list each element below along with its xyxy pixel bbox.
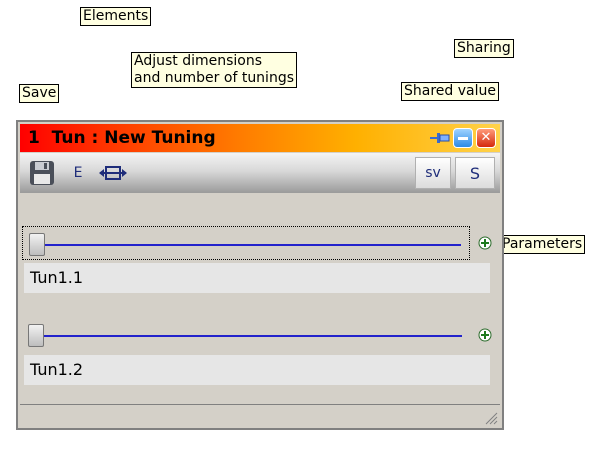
tuning-slider[interactable] bbox=[22, 318, 470, 352]
save-button[interactable] bbox=[26, 157, 58, 189]
callout-parameters: Parameters bbox=[499, 235, 586, 254]
plus-icon[interactable] bbox=[478, 328, 492, 342]
toolbar: E sv S bbox=[20, 153, 500, 193]
screenshot-stage: Elements Adjust dimensions and number of… bbox=[0, 0, 611, 450]
callout-sharing: Sharing bbox=[454, 39, 514, 58]
pin-icon[interactable] bbox=[430, 128, 450, 148]
tuning-panel: Tun1.1 bbox=[22, 226, 492, 300]
shared-value-button[interactable]: sv bbox=[415, 157, 451, 189]
tuning-window: 1 Tun : New Tuning ✕ E sv S Tun1.1 Tun1.… bbox=[16, 120, 504, 430]
tuning-label: Tun1.1 bbox=[30, 268, 84, 287]
window-title: 1 Tun : New Tuning bbox=[28, 128, 216, 148]
status-bar bbox=[20, 404, 500, 427]
callout-adjust-dimensions: Adjust dimensions and number of tunings bbox=[131, 52, 298, 88]
sharing-button[interactable]: S bbox=[455, 157, 495, 189]
title-controls: ✕ bbox=[430, 128, 496, 148]
adjust-dimensions-button[interactable] bbox=[96, 157, 130, 189]
tuning-label: Tun1.2 bbox=[30, 360, 84, 379]
slider-track bbox=[30, 335, 462, 337]
tuning-panel: Tun1.2 bbox=[22, 318, 492, 392]
title-bar[interactable]: 1 Tun : New Tuning ✕ bbox=[20, 124, 500, 152]
tuning-slider[interactable] bbox=[22, 226, 470, 260]
callout-shared-value: Shared value bbox=[401, 82, 499, 101]
floppy-disk-icon bbox=[30, 161, 54, 185]
close-icon[interactable]: ✕ bbox=[476, 128, 496, 148]
elements-button[interactable]: E bbox=[64, 157, 92, 189]
tuning-label-row: Tun1.2 bbox=[24, 355, 490, 385]
minimize-icon[interactable] bbox=[453, 128, 473, 148]
slider-track bbox=[31, 244, 461, 246]
tuning-label-row: Tun1.1 bbox=[24, 263, 490, 293]
resize-horizontal-icon bbox=[99, 166, 127, 180]
slider-thumb[interactable] bbox=[29, 233, 45, 256]
plus-icon[interactable] bbox=[478, 236, 492, 250]
callout-elements: Elements bbox=[80, 7, 152, 26]
resize-grip-icon[interactable] bbox=[482, 409, 498, 425]
slider-thumb[interactable] bbox=[28, 324, 44, 347]
callout-save: Save bbox=[19, 84, 60, 103]
